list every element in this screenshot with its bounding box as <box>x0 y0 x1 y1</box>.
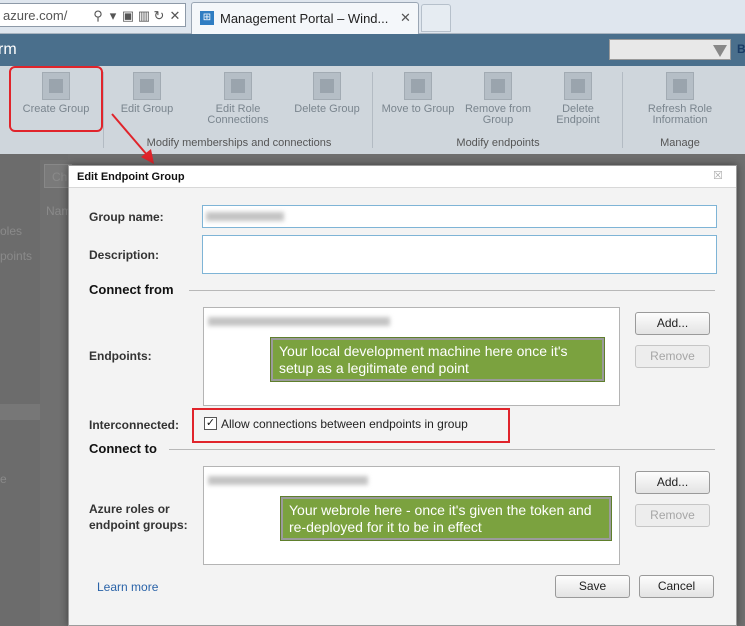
new-tab-button[interactable] <box>421 4 451 32</box>
dropdown-icon[interactable]: ▾ <box>106 8 120 24</box>
delete-endpoint-button[interactable]: Delete Endpoint <box>543 72 613 126</box>
remove-from-group-label: Remove from Group <box>464 103 532 126</box>
lock-icon[interactable]: ▣ <box>121 8 135 24</box>
refresh-role-information-button[interactable]: Refresh Role Information <box>636 72 724 126</box>
portal-header: rm B <box>0 34 745 66</box>
endpoints-callout: Your local development machine here once… <box>270 337 605 382</box>
endpoint-item-redacted[interactable] <box>208 317 390 326</box>
remove-endpoint-button[interactable]: Remove <box>635 345 710 368</box>
browser-toolbar: azure.com/ ⚲ ▾ ▣ ▥ ↻ ✕ ⊞ Management Port… <box>0 0 745 34</box>
add-role-button[interactable]: Add... <box>635 471 710 494</box>
header-letter: B <box>737 42 745 56</box>
refresh-icon <box>666 72 694 100</box>
ribbon-separator <box>103 72 104 148</box>
interconnected-label: Interconnected: <box>89 418 180 432</box>
tab-title: Management Portal – Wind... <box>220 11 389 26</box>
section-divider <box>169 449 715 450</box>
ribbon-separator <box>622 72 623 148</box>
edit-role-connections-icon <box>224 72 252 100</box>
group-name-label: Group name: <box>89 210 164 224</box>
nav-item-roles[interactable]: oles <box>0 224 22 238</box>
edit-endpoint-group-dialog: Edit Endpoint Group ☒ Group name: Descri… <box>68 165 737 626</box>
azure-role-item-redacted[interactable] <box>208 476 368 485</box>
refresh-role-information-label: Refresh Role Information <box>647 103 713 126</box>
section-divider <box>189 290 715 291</box>
nav-item-fragment[interactable]: e <box>0 472 7 486</box>
add-endpoint-button[interactable]: Add... <box>635 312 710 335</box>
edit-group-button[interactable]: Edit Group <box>108 72 186 115</box>
create-group-highlight <box>9 66 103 132</box>
azure-roles-label: Azure roles or endpoint groups: <box>89 502 188 532</box>
delete-endpoint-icon <box>564 72 592 100</box>
connect-to-heading: Connect to <box>89 441 157 456</box>
remove-from-group-icon <box>484 72 512 100</box>
nav-item-endpoints[interactable]: points <box>0 249 32 263</box>
endpoints-label: Endpoints: <box>89 349 152 363</box>
subscription-dropdown[interactable] <box>609 39 731 60</box>
tab-close-icon[interactable]: ✕ <box>400 10 411 26</box>
edit-role-connections-label: Edit Role Connections <box>207 103 269 126</box>
ribbon-separator <box>372 72 373 148</box>
ribbon-group-endpoints: Modify endpoints <box>456 137 540 149</box>
description-field[interactable] <box>202 235 717 274</box>
annotation-arrow <box>111 113 154 164</box>
refresh-icon[interactable]: ↻ <box>152 8 166 24</box>
connect-from-heading: Connect from <box>89 282 174 297</box>
address-bar[interactable]: azure.com/ ⚲ ▾ ▣ ▥ ↻ ✕ <box>0 3 186 27</box>
group-name-value-redacted <box>206 212 284 221</box>
portal-name: rm <box>0 41 17 58</box>
group-name-field[interactable] <box>202 205 717 228</box>
cancel-button[interactable]: Cancel <box>639 575 714 598</box>
webrole-callout: Your webrole here - once it's given the … <box>280 496 612 541</box>
remove-from-group-button[interactable]: Remove from Group <box>459 72 537 126</box>
dialog-title-bar: Edit Endpoint Group ☒ <box>69 166 736 188</box>
move-to-group-icon <box>404 72 432 100</box>
move-to-group-button[interactable]: Move to Group <box>380 72 456 115</box>
dialog-title: Edit Endpoint Group <box>77 171 185 183</box>
learn-more-link[interactable]: Learn more <box>97 580 158 594</box>
search-icon[interactable]: ⚲ <box>91 8 105 24</box>
chevron-down-icon <box>713 45 727 57</box>
move-to-group-label: Move to Group <box>381 103 455 115</box>
close-icon[interactable]: ☒ <box>713 169 723 182</box>
remove-role-button[interactable]: Remove <box>635 504 710 527</box>
compatibility-icon[interactable]: ▥ <box>137 8 151 24</box>
delete-group-icon <box>313 72 341 100</box>
delete-endpoint-label: Delete Endpoint <box>556 103 600 126</box>
description-label: Description: <box>89 248 160 262</box>
windows-logo-icon: ⊞ <box>200 11 214 25</box>
filter-fragment: Ch <box>52 170 68 184</box>
nav-item-selected[interactable] <box>0 404 40 420</box>
browser-tab-active[interactable]: ⊞ Management Portal – Wind... ✕ <box>191 2 419 34</box>
address-url: azure.com/ <box>3 8 68 23</box>
delete-group-label: Delete Group <box>294 103 360 115</box>
interconnected-highlight <box>192 408 510 443</box>
edit-group-icon <box>133 72 161 100</box>
stop-icon[interactable]: ✕ <box>168 8 182 24</box>
ribbon-group-manage: Manage <box>660 137 700 149</box>
delete-group-button[interactable]: Delete Group <box>287 72 367 115</box>
save-button[interactable]: Save <box>555 575 630 598</box>
edit-role-connections-button[interactable]: Edit Role Connections <box>198 72 278 126</box>
